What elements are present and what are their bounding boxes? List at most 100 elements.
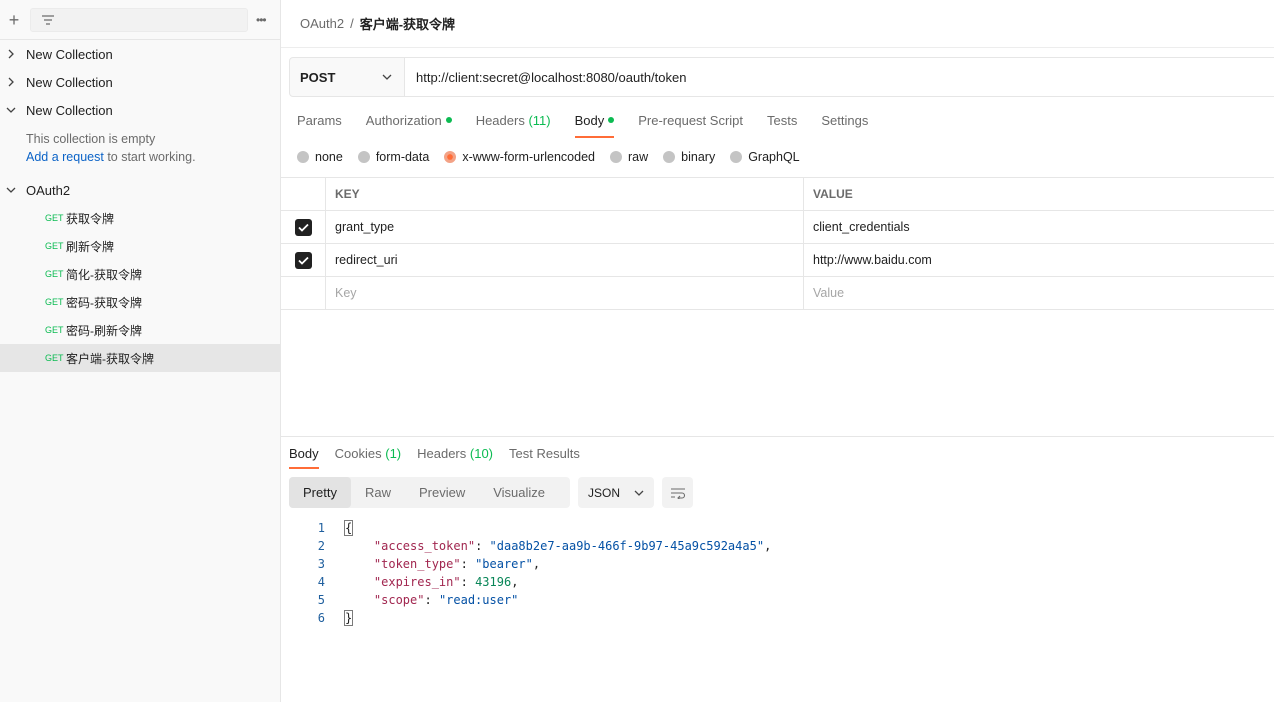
header-check-cell bbox=[281, 178, 326, 210]
collection-name: OAuth2 bbox=[26, 182, 71, 198]
collection-name: New Collection bbox=[26, 102, 113, 118]
value-cell[interactable]: http://www.baidu.com bbox=[804, 244, 1274, 276]
checkbox-checked-icon[interactable] bbox=[294, 251, 312, 269]
headers-count: (10) bbox=[469, 446, 494, 461]
body-type-raw[interactable]: raw bbox=[610, 150, 648, 164]
request-item[interactable]: GET 简化-获取令牌 bbox=[0, 260, 280, 288]
breadcrumb: OAuth2 / 客户端-获取令牌 bbox=[281, 0, 1274, 48]
body-type-urlencoded[interactable]: x-www-form-urlencoded bbox=[444, 150, 595, 164]
chevron-down-icon bbox=[634, 490, 644, 496]
add-request-link[interactable]: Add a request bbox=[26, 150, 104, 164]
code-line: 2 "access_token": "daa8b2e7-aa9b-466f-9b… bbox=[281, 537, 1274, 555]
code-line: 6 } bbox=[281, 609, 1274, 627]
request-item[interactable]: GET 密码-获取令牌 bbox=[0, 288, 280, 316]
response-toolbar: Pretty Raw Preview Visualize JSON bbox=[289, 477, 693, 508]
tab-label: Settings bbox=[821, 113, 869, 128]
filter-input[interactable] bbox=[30, 7, 248, 32]
json-key: "expires_in" bbox=[373, 575, 461, 589]
url-input[interactable]: http://client:secret@localhost:8080/oaut… bbox=[405, 58, 1274, 96]
body-type-binary[interactable]: binary bbox=[663, 150, 715, 164]
option-label: x-www-form-urlencoded bbox=[462, 150, 595, 164]
response-tab-headers[interactable]: Headers (10) bbox=[417, 437, 493, 469]
response-tab-cookies[interactable]: Cookies (1) bbox=[335, 437, 401, 469]
radio-icon bbox=[357, 151, 370, 163]
collection-item[interactable]: New Collection bbox=[0, 68, 280, 96]
breadcrumb-separator: / bbox=[350, 16, 354, 31]
cookies-count: (1) bbox=[385, 446, 402, 461]
json-key: "scope" bbox=[373, 593, 425, 607]
response-tab-test-results[interactable]: Test Results bbox=[509, 437, 580, 469]
request-item[interactable]: GET 刷新令牌 bbox=[0, 232, 280, 260]
collection-item[interactable]: New Collection bbox=[0, 40, 280, 68]
tab-prerequest[interactable]: Pre-request Script bbox=[638, 106, 743, 138]
body-type-form-data[interactable]: form-data bbox=[357, 150, 429, 164]
response-tabs: Body Cookies (1) Headers (10) Test Resul… bbox=[281, 437, 1274, 469]
json-string: "daa8b2e7-aa9b-466f-9b97-45a9c592a4a5" bbox=[489, 539, 765, 553]
wrap-lines-button[interactable] bbox=[662, 477, 693, 508]
key-cell[interactable]: redirect_uri bbox=[326, 244, 804, 276]
wrap-icon bbox=[670, 487, 685, 499]
tab-label: Headers bbox=[475, 113, 525, 128]
tab-tests[interactable]: Tests bbox=[767, 106, 797, 138]
body-type-none[interactable]: none bbox=[297, 150, 343, 164]
check-cell bbox=[281, 244, 326, 276]
json-punct: , bbox=[764, 539, 772, 553]
view-pretty[interactable]: Pretty bbox=[289, 477, 351, 508]
code-line: 1 { bbox=[281, 519, 1274, 537]
line-number: 4 bbox=[317, 575, 325, 589]
tab-label: Test Results bbox=[509, 446, 580, 461]
response-tab-body[interactable]: Body bbox=[289, 437, 319, 469]
view-preview[interactable]: Preview bbox=[405, 477, 479, 508]
key-input[interactable]: Key bbox=[326, 277, 804, 309]
view-visualize[interactable]: Visualize bbox=[479, 477, 559, 508]
tab-headers[interactable]: Headers (11) bbox=[476, 106, 551, 138]
response-panel: Body Cookies (1) Headers (10) Test Resul… bbox=[281, 436, 1274, 626]
view-mode-segmented: Pretty Raw Preview Visualize bbox=[289, 477, 570, 508]
line-number: 1 bbox=[317, 521, 325, 535]
value-input[interactable]: Value bbox=[804, 277, 1274, 309]
radio-icon bbox=[730, 151, 743, 163]
request-item[interactable]: GET 获取令牌 bbox=[0, 204, 280, 232]
format-value: JSON bbox=[588, 485, 621, 500]
table-row: grant_type client_credentials bbox=[281, 211, 1274, 244]
line-number: 5 bbox=[317, 593, 325, 607]
table-row: redirect_uri http://www.baidu.com bbox=[281, 244, 1274, 277]
code-text: { bbox=[325, 519, 354, 537]
format-select[interactable]: JSON bbox=[578, 477, 654, 508]
add-icon[interactable]: + bbox=[4, 11, 24, 29]
tab-body[interactable]: Body bbox=[574, 106, 615, 138]
request-item-selected[interactable]: GET 客户端-获取令牌 bbox=[0, 344, 280, 372]
tab-settings[interactable]: Settings bbox=[821, 106, 868, 138]
code-text: "expires_in": 43196, bbox=[373, 575, 519, 589]
collection-item-oauth2[interactable]: OAuth2 bbox=[0, 176, 280, 204]
option-label: GraphQL bbox=[748, 150, 800, 164]
json-number: 43196 bbox=[475, 575, 512, 589]
request-name: 密码-刷新令牌 bbox=[66, 323, 142, 338]
value-cell[interactable]: client_credentials bbox=[804, 211, 1274, 243]
response-code[interactable]: 1 { 2 "access_token": "daa8b2e7-aa9b-466… bbox=[281, 519, 1274, 627]
json-punct: , bbox=[532, 557, 541, 571]
sidebar: + ••• New Collection New Collection New … bbox=[0, 0, 281, 702]
breadcrumb-parent[interactable]: OAuth2 bbox=[300, 16, 344, 31]
more-options-icon[interactable]: ••• bbox=[256, 13, 274, 27]
line-number: 6 bbox=[317, 611, 325, 625]
tab-label: Pre-request Script bbox=[638, 113, 744, 128]
method-badge: GET bbox=[45, 269, 64, 279]
option-label: raw bbox=[628, 150, 649, 164]
tab-label: Cookies bbox=[334, 446, 382, 461]
checkbox-checked-icon[interactable] bbox=[294, 218, 312, 236]
key-cell[interactable]: grant_type bbox=[326, 211, 804, 243]
collection-item[interactable]: New Collection bbox=[0, 96, 280, 124]
chevron-down-icon bbox=[4, 183, 18, 197]
tab-authorization[interactable]: Authorization bbox=[366, 106, 452, 138]
tab-label: Body bbox=[289, 446, 319, 461]
chevron-right-icon bbox=[4, 75, 18, 89]
request-item[interactable]: GET 密码-刷新令牌 bbox=[0, 316, 280, 344]
view-raw[interactable]: Raw bbox=[351, 477, 405, 508]
breadcrumb-current[interactable]: 客户端-获取令牌 bbox=[360, 14, 455, 33]
body-type-graphql[interactable]: GraphQL bbox=[730, 150, 800, 164]
code-text: "scope": "read:user" bbox=[373, 593, 519, 607]
tab-params[interactable]: Params bbox=[297, 106, 342, 138]
method-select[interactable]: POST bbox=[290, 58, 405, 96]
method-value: POST bbox=[300, 69, 336, 85]
